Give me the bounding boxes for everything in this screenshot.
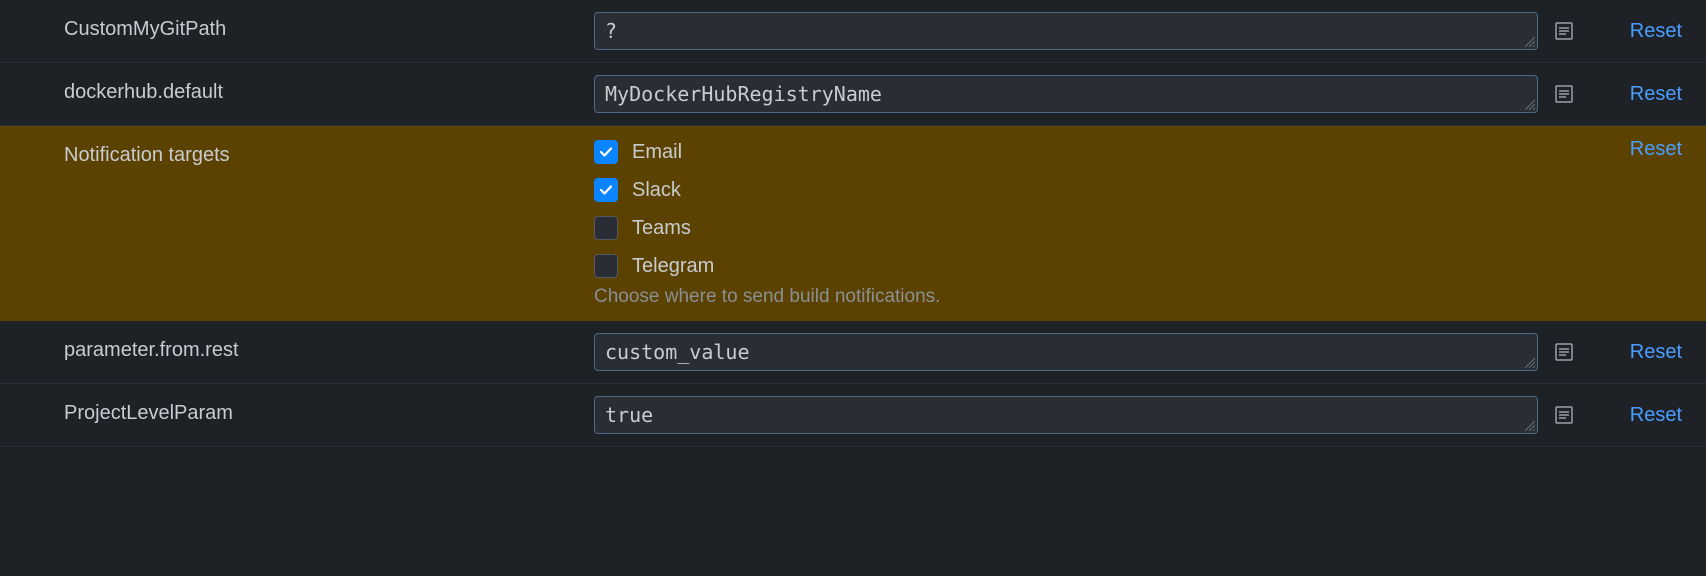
checkbox-option-telegram[interactable]: Telegram — [594, 254, 1562, 278]
parameter-row: ProjectLevelParam Reset — [0, 384, 1706, 447]
parameter-row: dockerhub.default Reset — [0, 63, 1706, 126]
reset-link[interactable]: Reset — [1630, 341, 1682, 364]
edit-multiline-icon[interactable] — [1550, 401, 1578, 429]
reset-link[interactable]: Reset — [1630, 20, 1682, 43]
reset-link[interactable]: Reset — [1630, 83, 1682, 106]
checkbox-label: Email — [632, 141, 682, 164]
parameter-label: ProjectLevelParam — [64, 396, 594, 425]
parameter-label: parameter.from.rest — [64, 333, 594, 362]
checkbox-label: Slack — [632, 179, 681, 202]
checkbox-label: Teams — [632, 217, 691, 240]
parameter-row: CustomMyGitPath Reset — [0, 0, 1706, 63]
checkbox-option-teams[interactable]: Teams — [594, 216, 1562, 240]
edit-multiline-icon[interactable] — [1550, 338, 1578, 366]
edit-multiline-icon[interactable] — [1550, 17, 1578, 45]
parameter-row-highlighted: Notification targets Email — [0, 126, 1706, 321]
checkbox-unchecked-icon[interactable] — [594, 216, 618, 240]
checkbox-checked-icon[interactable] — [594, 140, 618, 164]
parameter-hint: Choose where to send build notifications… — [594, 286, 1562, 308]
checkbox-group: Email Slack Teams — [594, 138, 1562, 278]
reset-link[interactable]: Reset — [1630, 138, 1682, 161]
parameters-table: CustomMyGitPath Reset dockerhub.default — [0, 0, 1706, 447]
parameter-label: CustomMyGitPath — [64, 12, 594, 41]
checkbox-unchecked-icon[interactable] — [594, 254, 618, 278]
checkbox-label: Telegram — [632, 255, 714, 278]
parameter-value-input[interactable] — [594, 12, 1538, 50]
reset-link[interactable]: Reset — [1630, 404, 1682, 427]
parameter-label: Notification targets — [64, 138, 594, 167]
parameter-row: parameter.from.rest Reset — [0, 321, 1706, 384]
parameter-value-input[interactable] — [594, 75, 1538, 113]
checkbox-option-slack[interactable]: Slack — [594, 178, 1562, 202]
checkbox-option-email[interactable]: Email — [594, 140, 1562, 164]
parameter-value-input[interactable] — [594, 396, 1538, 434]
parameter-value-input[interactable] — [594, 333, 1538, 371]
edit-multiline-icon[interactable] — [1550, 80, 1578, 108]
parameter-label: dockerhub.default — [64, 75, 594, 104]
checkbox-checked-icon[interactable] — [594, 178, 618, 202]
